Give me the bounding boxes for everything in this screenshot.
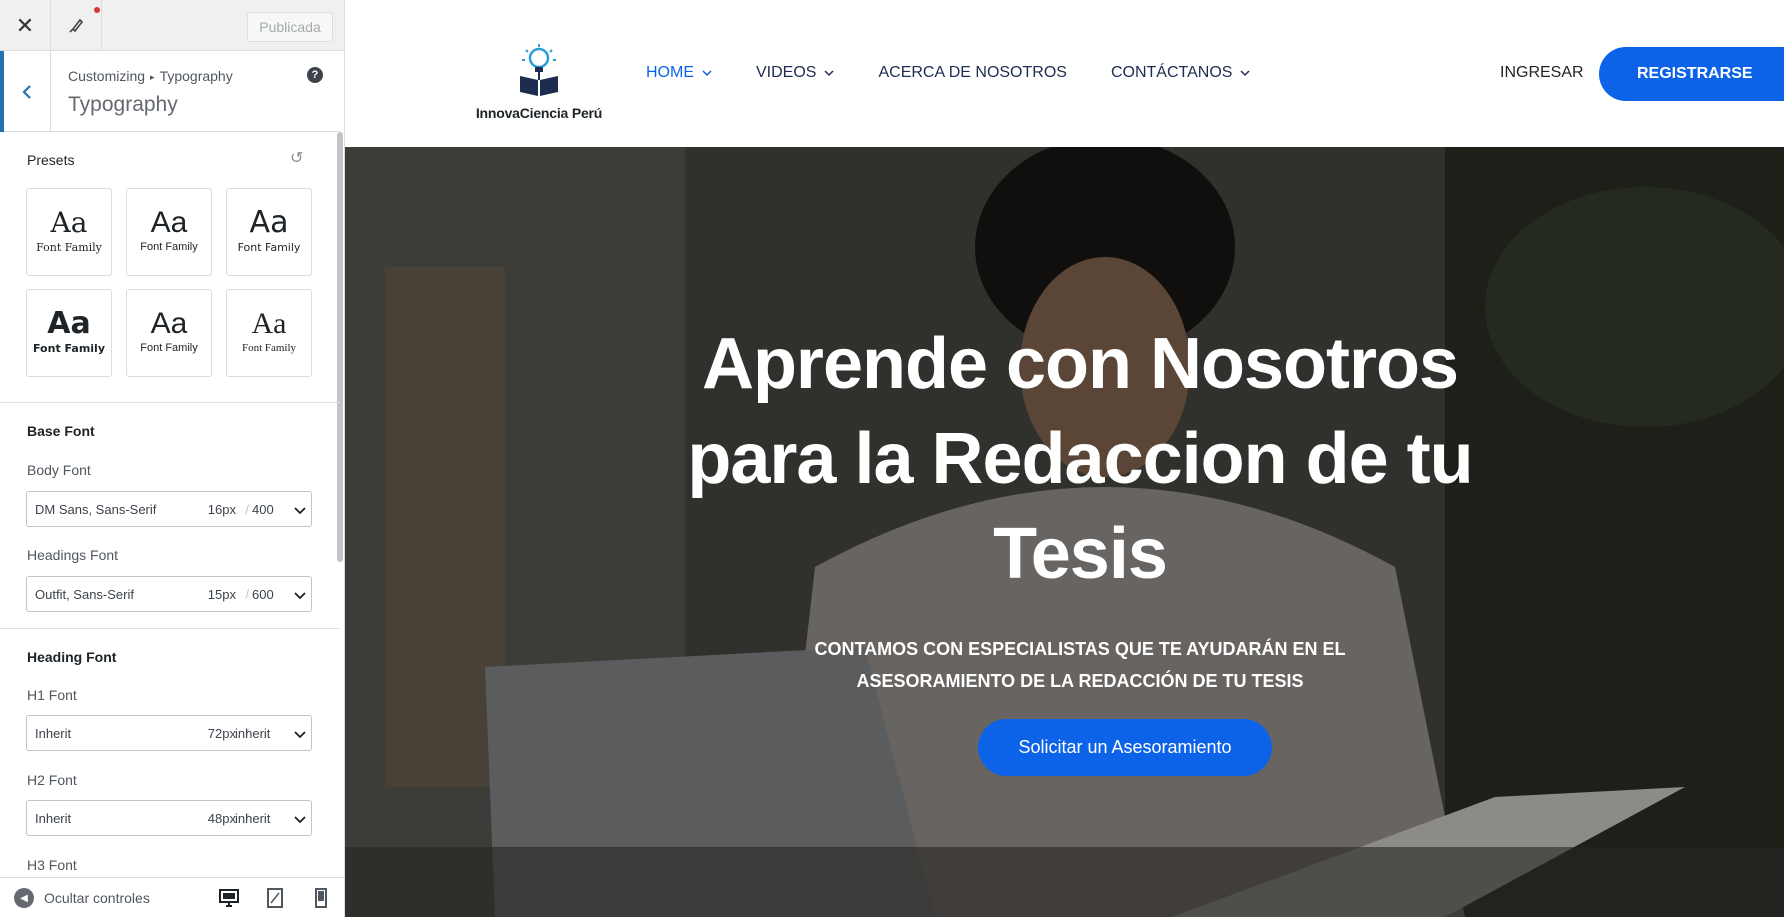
site-preview: InnovaCiencia Perú HOME VIDEOS ACERCA DE… — [345, 0, 1784, 917]
tablet-icon[interactable] — [263, 886, 287, 910]
nav-contactanos[interactable]: CONTÁCTANOS — [1111, 64, 1250, 82]
hide-controls-label: Ocultar controles — [44, 890, 150, 906]
chevron-down-icon — [702, 70, 712, 77]
chevron-down-icon — [294, 592, 306, 600]
divider — [0, 628, 340, 629]
publish-button[interactable]: Publicada — [247, 12, 333, 42]
chevron-down-icon — [824, 70, 834, 77]
nav-home[interactable]: HOME — [646, 64, 712, 82]
register-button[interactable]: REGISTRARSE — [1599, 47, 1784, 101]
breadcrumb-current: Typography — [159, 68, 233, 84]
chevron-left-icon — [22, 84, 31, 99]
breadcrumb-root: Customizing — [68, 68, 146, 84]
login-link[interactable]: INGRESAR — [1500, 64, 1584, 82]
collapse-icon: ◀ — [14, 888, 34, 908]
h3-font-label: H3 Font — [27, 857, 77, 873]
close-icon: ✕ — [15, 12, 35, 38]
breadcrumb-separator-icon: ▸ — [150, 72, 155, 82]
panel-header: Customizing ▸ Typography Typography — [0, 51, 340, 132]
divider — [0, 402, 340, 403]
site-logo[interactable]: InnovaCiencia Perú — [469, 42, 609, 121]
sidebar-scrollbar[interactable] — [337, 132, 343, 562]
hide-controls-button[interactable]: ◀ Ocultar controles — [14, 888, 150, 908]
mobile-icon[interactable] — [309, 886, 333, 910]
chevron-down-icon — [1240, 70, 1250, 77]
panel-title: Typography — [68, 93, 178, 116]
nav-acerca[interactable]: ACERCA DE NOSOTROS — [878, 64, 1066, 82]
customizer-topbar: ✕ Publicada — [0, 0, 344, 51]
main-nav: HOME VIDEOS ACERCA DE NOSOTROS CONTÁCTAN… — [646, 64, 1294, 82]
nav-videos[interactable]: VIDEOS — [756, 64, 834, 82]
notification-dot — [94, 7, 100, 13]
site-header: InnovaCiencia Perú HOME VIDEOS ACERCA DE… — [345, 0, 1784, 147]
hero-title: Aprende con Nosotros para la Redaccion d… — [687, 324, 1473, 594]
h2-font-select[interactable]: Inherit 48px / inherit — [26, 800, 312, 836]
heading-font-heading: Heading Font — [27, 649, 117, 665]
chevron-down-icon — [294, 816, 306, 824]
close-button[interactable]: ✕ — [0, 0, 51, 51]
chevron-down-icon — [294, 731, 306, 739]
preset-3[interactable]: Aa Font Family — [226, 188, 312, 276]
back-button[interactable] — [0, 51, 51, 132]
h1-font-select[interactable]: Inherit 72px / inherit — [26, 715, 312, 751]
request-advice-button[interactable]: Solicitar un Asesoramiento — [978, 719, 1272, 776]
hero-subtitle: CONTAMOS CON ESPECIALISTAS QUE TE AYUDAR… — [814, 639, 1346, 691]
body-font-label: Body Font — [27, 462, 91, 478]
h2-font-label: H2 Font — [27, 772, 77, 788]
presets-label: Presets — [27, 152, 75, 168]
preset-6[interactable]: Aa Font Family — [226, 289, 312, 377]
lightbulb-book-logo-icon — [520, 44, 558, 96]
customizer-window: ✕ Publicada Customizing ▸ Typography Typog… — [0, 0, 1784, 917]
body-font-select[interactable]: DM Sans, Sans-Serif 16px / 400 — [26, 491, 312, 527]
preset-4[interactable]: Aa Font Family — [26, 289, 112, 377]
preset-5[interactable]: Aa Font Family — [126, 289, 212, 377]
paintbrush-icon — [69, 18, 84, 33]
headings-font-select[interactable]: Outfit, Sans-Serif 15px / 600 — [26, 576, 312, 612]
reset-icon[interactable]: ↺ — [290, 148, 303, 168]
breadcrumb: Customizing ▸ Typography — [68, 68, 233, 84]
logo-text: InnovaCiencia Perú — [475, 105, 603, 121]
hero-section: Aprende con Nosotros para la Redaccion d… — [345, 147, 1784, 917]
chevron-down-icon — [294, 507, 306, 515]
base-font-heading: Base Font — [27, 423, 95, 439]
headings-font-label: Headings Font — [27, 547, 119, 563]
desktop-icon[interactable] — [217, 886, 241, 910]
preset-1[interactable]: Aa Font Family — [26, 188, 112, 276]
customizer-sidebar: ✕ Publicada Customizing ▸ Typography Typog… — [0, 0, 345, 917]
h1-font-label: H1 Font — [27, 687, 77, 703]
help-icon[interactable]: ? — [307, 67, 323, 83]
preset-2[interactable]: Aa Font Family — [126, 188, 212, 276]
customizer-footer: ◀ Ocultar controles — [0, 877, 344, 917]
